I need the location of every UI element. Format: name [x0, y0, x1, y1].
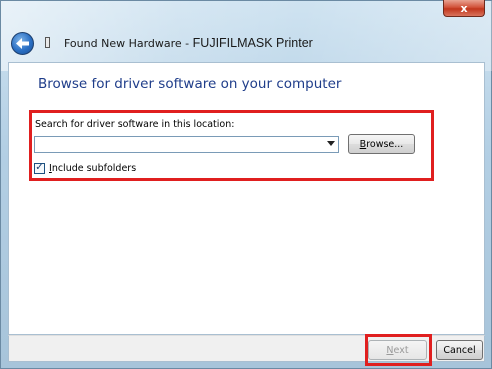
back-arrow-icon [16, 38, 29, 49]
include-subfolders-row[interactable]: ✓ Include subfolders [34, 161, 136, 175]
close-button[interactable]: x [443, 0, 485, 17]
location-input[interactable] [35, 137, 326, 152]
include-label-rest: nclude subfolders [51, 162, 137, 174]
content-panel: Browse for driver software on your compu… [8, 62, 485, 335]
include-subfolders-checkbox[interactable]: ✓ [34, 162, 45, 174]
next-label: ext [393, 344, 409, 356]
search-location-label: Search for driver software in this locat… [35, 119, 235, 130]
window-title-prefix: Found New Hardware - [64, 37, 193, 50]
next-accel: N [386, 344, 394, 356]
next-button[interactable]: Next [368, 340, 427, 360]
include-subfolders-label[interactable]: Include subfolders [49, 163, 136, 174]
browse-button[interactable]: Browse... [348, 134, 415, 154]
browse-label: rowse... [366, 138, 404, 150]
page-title: Browse for driver software on your compu… [38, 76, 342, 92]
window-title: Found New Hardware - FUJIFILMASK Printer [64, 35, 313, 51]
dropdown-arrow-icon[interactable] [327, 141, 335, 146]
back-button[interactable] [11, 32, 34, 55]
hardware-icon [45, 37, 50, 48]
cancel-button[interactable]: Cancel [436, 340, 483, 360]
location-combobox[interactable] [34, 136, 339, 153]
close-icon: x [460, 1, 468, 15]
checkmark-icon: ✓ [35, 162, 44, 173]
window-title-app: FUJIFILMASK Printer [192, 36, 313, 50]
